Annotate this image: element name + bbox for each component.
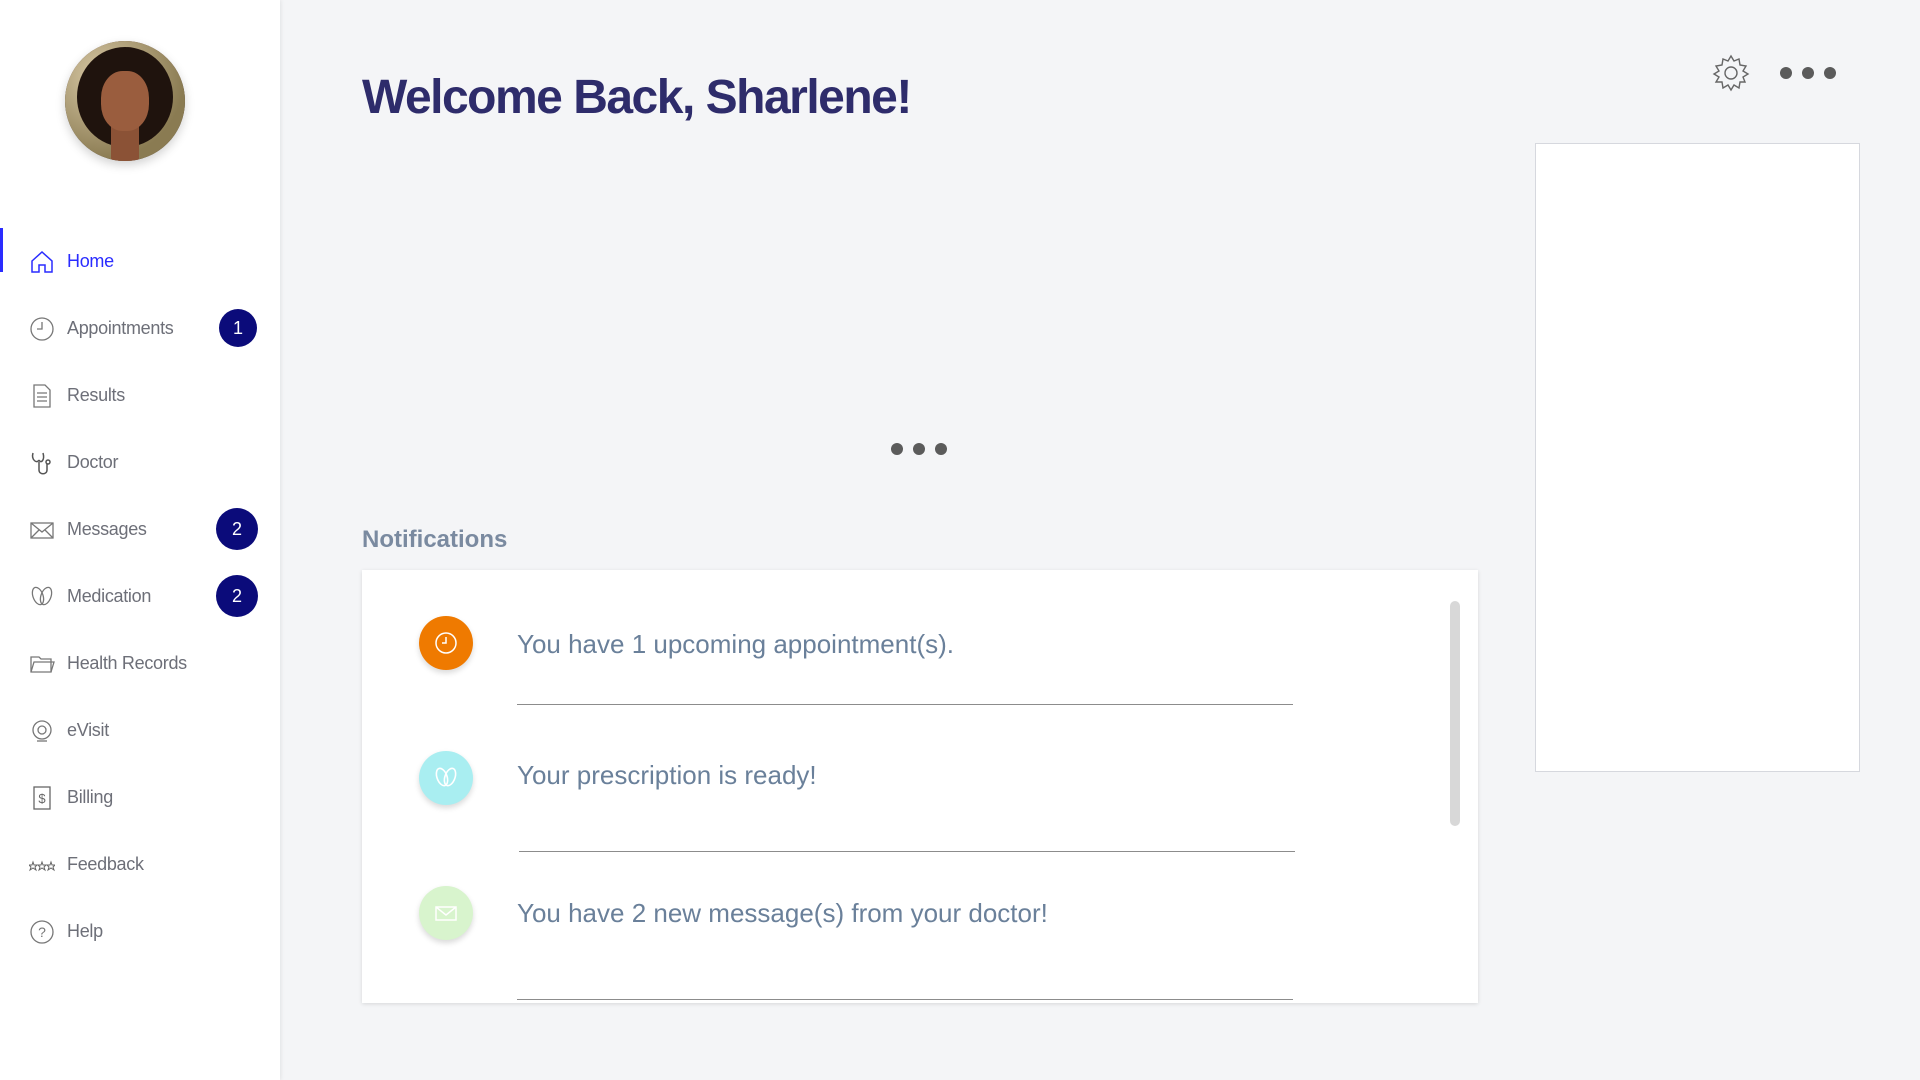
sidebar-item-label: Medication (67, 586, 152, 606)
sidebar-item-label: Feedback (67, 854, 144, 874)
sidebar-item-billing[interactable]: $ Billing (0, 764, 280, 831)
notifications-scrollbar[interactable] (1450, 601, 1460, 826)
app-root: Home Appointments 1 Results Doctor Messa… (0, 0, 1920, 1080)
question-icon: ? (29, 919, 55, 945)
sidebar-item-health-records[interactable]: Health Records (0, 630, 280, 697)
sidebar-item-label: Doctor (67, 452, 119, 472)
sidebar-item-doctor[interactable]: Doctor (0, 429, 280, 496)
sidebar-nav: Home Appointments 1 Results Doctor Messa… (0, 228, 280, 965)
settings-button[interactable] (1712, 54, 1750, 92)
sidebar-item-label: Appointments (67, 318, 174, 338)
pills-icon (419, 751, 473, 805)
envelope-icon (29, 517, 55, 543)
document-icon (29, 383, 55, 409)
sidebar-item-label: Home (67, 251, 114, 271)
sidebar-item-label: Messages (67, 519, 147, 539)
side-panel (1535, 143, 1860, 772)
webcam-icon (29, 718, 55, 744)
loading-indicator (891, 443, 947, 455)
divider (517, 999, 1293, 1000)
stethoscope-icon (29, 450, 55, 476)
medication-badge: 2 (216, 575, 258, 617)
notification-item[interactable]: Your prescription is ready! (362, 706, 1362, 852)
sidebar-item-help[interactable]: ? Help (0, 898, 280, 965)
sidebar-item-evisit[interactable]: eVisit (0, 697, 280, 764)
loading-dot-icon (891, 443, 903, 455)
sidebar-item-appointments[interactable]: Appointments 1 (0, 295, 280, 362)
notifications-heading: Notifications (362, 526, 508, 553)
dollar-icon: $ (29, 785, 55, 811)
sidebar-item-label: Billing (67, 787, 113, 807)
notification-text: You have 1 upcoming appointment(s). (517, 629, 954, 659)
sidebar-item-label: Results (67, 385, 125, 405)
appointments-badge: 1 (219, 309, 257, 347)
sidebar-item-results[interactable]: Results (0, 362, 280, 429)
more-dot-icon (1780, 67, 1792, 79)
svg-text:?: ? (38, 924, 46, 940)
avatar[interactable] (65, 41, 185, 161)
notifications-list[interactable]: You have 1 upcoming appointment(s). Your… (362, 570, 1478, 1003)
gear-icon (1712, 54, 1750, 92)
notification-text: Your prescription is ready! (517, 760, 817, 790)
sidebar-item-label: eVisit (67, 720, 109, 740)
home-icon (29, 249, 55, 275)
clock-icon (419, 616, 473, 670)
notification-item[interactable]: You have 2 new message(s) from your doct… (362, 852, 1362, 1000)
loading-dot-icon (935, 443, 947, 455)
divider (517, 704, 1293, 705)
messages-badge: 2 (216, 508, 258, 550)
notification-item[interactable]: You have 1 upcoming appointment(s). (362, 570, 1362, 710)
folder-icon (29, 651, 55, 677)
sidebar-item-medication[interactable]: Medication 2 (0, 563, 280, 630)
sidebar: Home Appointments 1 Results Doctor Messa… (0, 0, 280, 1080)
sidebar-item-messages[interactable]: Messages 2 (0, 496, 280, 563)
page-title: Welcome Back, Sharlene! (362, 71, 912, 124)
pills-icon (29, 584, 55, 610)
more-dot-icon (1802, 67, 1814, 79)
envelope-icon (419, 886, 473, 940)
sidebar-item-home[interactable]: Home (0, 228, 280, 295)
sidebar-item-label: Help (67, 921, 103, 941)
svg-text:$: $ (38, 791, 46, 806)
more-dot-icon (1824, 67, 1836, 79)
sidebar-item-feedback[interactable]: Feedback (0, 831, 280, 898)
stars-icon (29, 852, 55, 878)
notification-text: You have 2 new message(s) from your doct… (517, 898, 1048, 928)
loading-dot-icon (913, 443, 925, 455)
more-options-button[interactable] (1780, 64, 1840, 82)
sidebar-item-label: Health Records (67, 653, 187, 673)
clock-icon (29, 316, 55, 342)
